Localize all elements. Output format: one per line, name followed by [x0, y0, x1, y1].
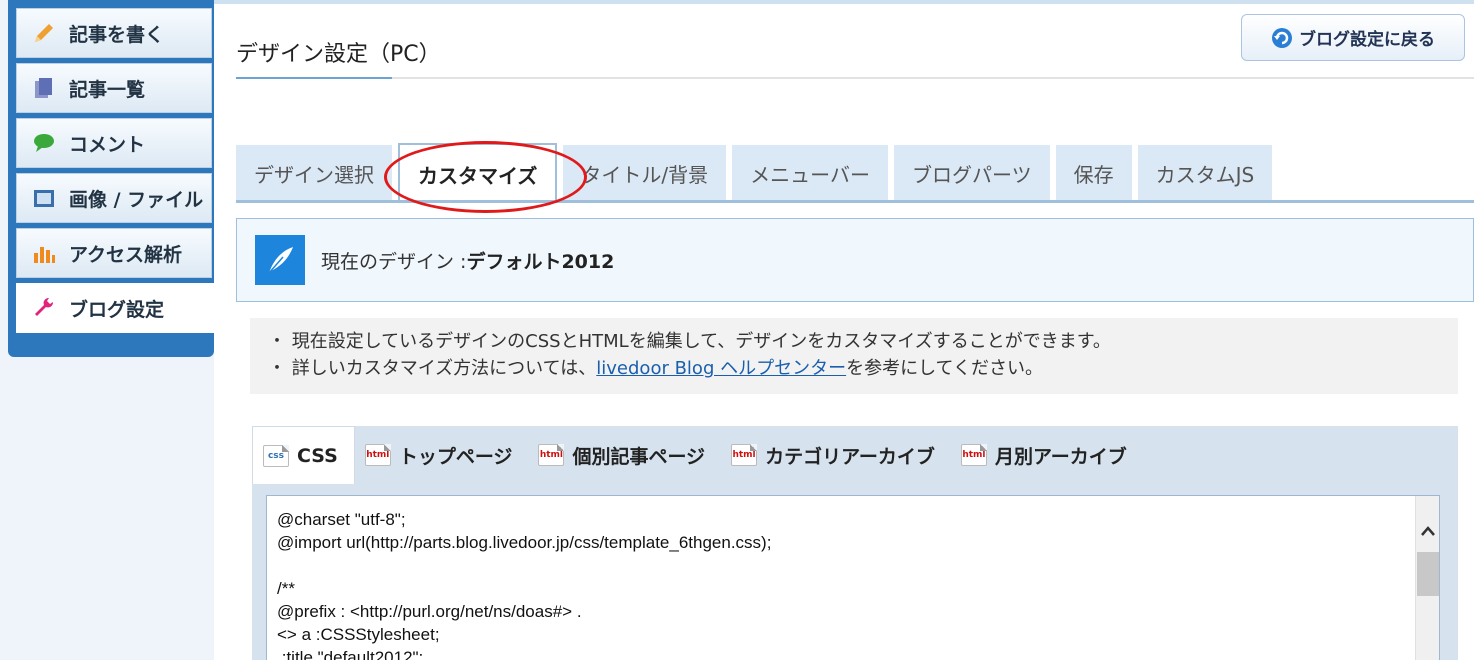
file-tab-label: カテゴリアーカイブ: [765, 445, 935, 468]
title-divider: [236, 77, 1474, 79]
feather-icon: [255, 235, 305, 285]
file-tab-label: 個別記事ページ: [572, 445, 706, 468]
scroll-up-arrow-icon[interactable]: [1416, 516, 1439, 546]
css-code-editor[interactable]: @charset "utf-8"; @import url(http://par…: [266, 495, 1440, 660]
top-border: [214, 0, 1474, 4]
info-line-2-prefix: ・ 詳しいカスタマイズ方法については、: [268, 358, 597, 379]
tab-blog-parts[interactable]: ブログパーツ: [893, 145, 1050, 201]
page-title: デザイン設定（PC）: [236, 42, 441, 67]
html-file-icon: html: [731, 444, 758, 466]
sidebar-item-label: 記事を書く: [69, 23, 165, 46]
sidebar-item-label: ブログ設定: [69, 298, 165, 321]
file-tab-label: トップページ: [398, 445, 513, 468]
current-design-name: デフォルト2012: [466, 250, 615, 273]
html-file-icon: html: [364, 444, 391, 466]
sidebar-item-images-files[interactable]: 画像 / ファイル: [16, 173, 212, 223]
editor-scrollbar[interactable]: [1415, 496, 1439, 660]
pencil-icon: [31, 20, 57, 46]
file-tabs: css CSS html トップページ html 個別記事ページ html カテ…: [252, 426, 1143, 484]
info-line-2: ・ 詳しいカスタマイズ方法については、livedoor Blog ヘルプセンター…: [268, 355, 1458, 382]
scroll-thumb[interactable]: [1416, 552, 1439, 596]
sidebar-item-post-list[interactable]: 記事一覧: [16, 63, 212, 113]
sidebar-item-label: 記事一覧: [69, 78, 146, 101]
file-tab-article-page[interactable]: html 個別記事ページ: [528, 426, 721, 484]
info-line-1: ・ 現在設定しているデザインのCSSとHTMLを編集して、デザインをカスタマイズ…: [268, 331, 1111, 352]
css-file-icon: css: [263, 444, 289, 467]
design-tabs: デザイン選択 カスタマイズ タイトル/背景 メニューバー ブログパーツ 保存 カ…: [236, 143, 1273, 203]
html-file-icon: html: [538, 444, 565, 466]
tab-title-background[interactable]: タイトル/背景: [563, 145, 727, 201]
file-tab-monthly-archive[interactable]: html 月別アーカイブ: [951, 426, 1143, 484]
current-design-box: 現在のデザイン : デフォルト2012: [236, 218, 1474, 302]
return-arrow-icon: [1271, 27, 1293, 49]
sidebar-item-blog-settings[interactable]: ブログ設定: [16, 283, 216, 333]
info-box: ・ 現在設定しているデザインのCSSとHTMLを編集して、デザインをカスタマイズ…: [250, 318, 1458, 394]
tab-custom-js[interactable]: カスタムJS: [1137, 145, 1273, 201]
sidebar-item-label: 画像 / ファイル: [69, 188, 204, 211]
file-tab-label: 月別アーカイブ: [994, 445, 1127, 468]
speech-bubble-icon: [31, 130, 57, 156]
tab-design-select[interactable]: デザイン選択: [236, 145, 392, 201]
file-tab-css[interactable]: css CSS: [252, 426, 355, 484]
bar-chart-icon: [31, 240, 57, 266]
sidebar: 記事を書く 記事一覧 コメント 画像 / ファイル アクセス解析 ブログ設定: [8, 0, 216, 357]
back-button-label: ブログ設定に戻る: [1299, 30, 1435, 50]
sidebar-item-access-analysis[interactable]: アクセス解析: [16, 228, 212, 278]
tabs-baseline: [236, 200, 1474, 203]
sidebar-item-write-post[interactable]: 記事を書く: [16, 8, 212, 58]
help-center-link[interactable]: livedoor Blog ヘルプセンター: [596, 358, 846, 379]
tab-menu-bar[interactable]: メニューバー: [732, 145, 888, 201]
sidebar-item-comments[interactable]: コメント: [16, 118, 212, 168]
sidebar-item-label: アクセス解析: [69, 243, 183, 266]
back-to-blog-settings-button[interactable]: ブログ設定に戻る: [1241, 14, 1465, 61]
tab-save[interactable]: 保存: [1055, 145, 1132, 201]
html-file-icon: html: [960, 444, 987, 466]
tab-customize[interactable]: カスタマイズ: [398, 143, 558, 203]
main-content: デザイン設定（PC） ブログ設定に戻る デザイン選択 カスタマイズ タイトル/背…: [214, 0, 1474, 660]
code-text[interactable]: @charset "utf-8"; @import url(http://par…: [267, 496, 1439, 660]
file-tab-category-archive[interactable]: html カテゴリアーカイブ: [721, 426, 951, 484]
current-design-label: 現在のデザイン :: [321, 250, 467, 273]
file-tab-label: CSS: [297, 444, 338, 467]
wrench-icon: [31, 295, 57, 321]
image-file-icon: [31, 185, 57, 211]
file-tab-top-page[interactable]: html トップページ: [355, 426, 529, 484]
sidebar-item-label: コメント: [69, 133, 146, 156]
documents-icon: [31, 75, 57, 101]
info-line-2-suffix: を参考にしてください。: [846, 358, 1044, 379]
